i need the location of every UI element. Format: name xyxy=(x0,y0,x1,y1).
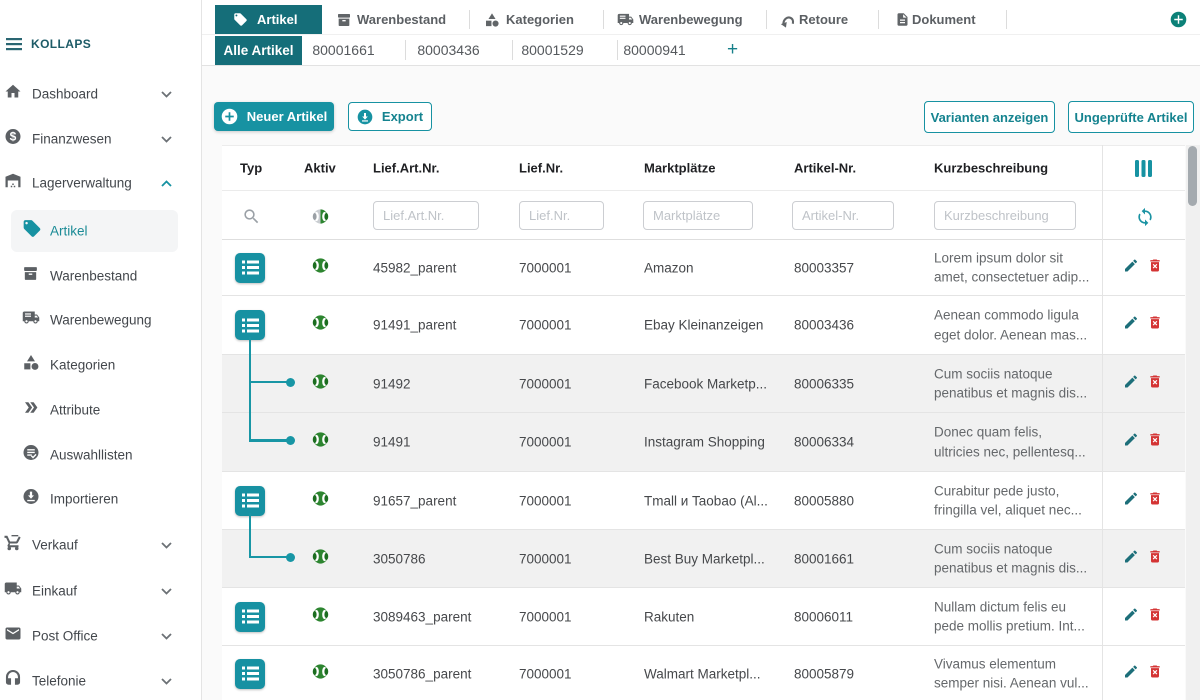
svg-text:$: $ xyxy=(10,129,17,143)
